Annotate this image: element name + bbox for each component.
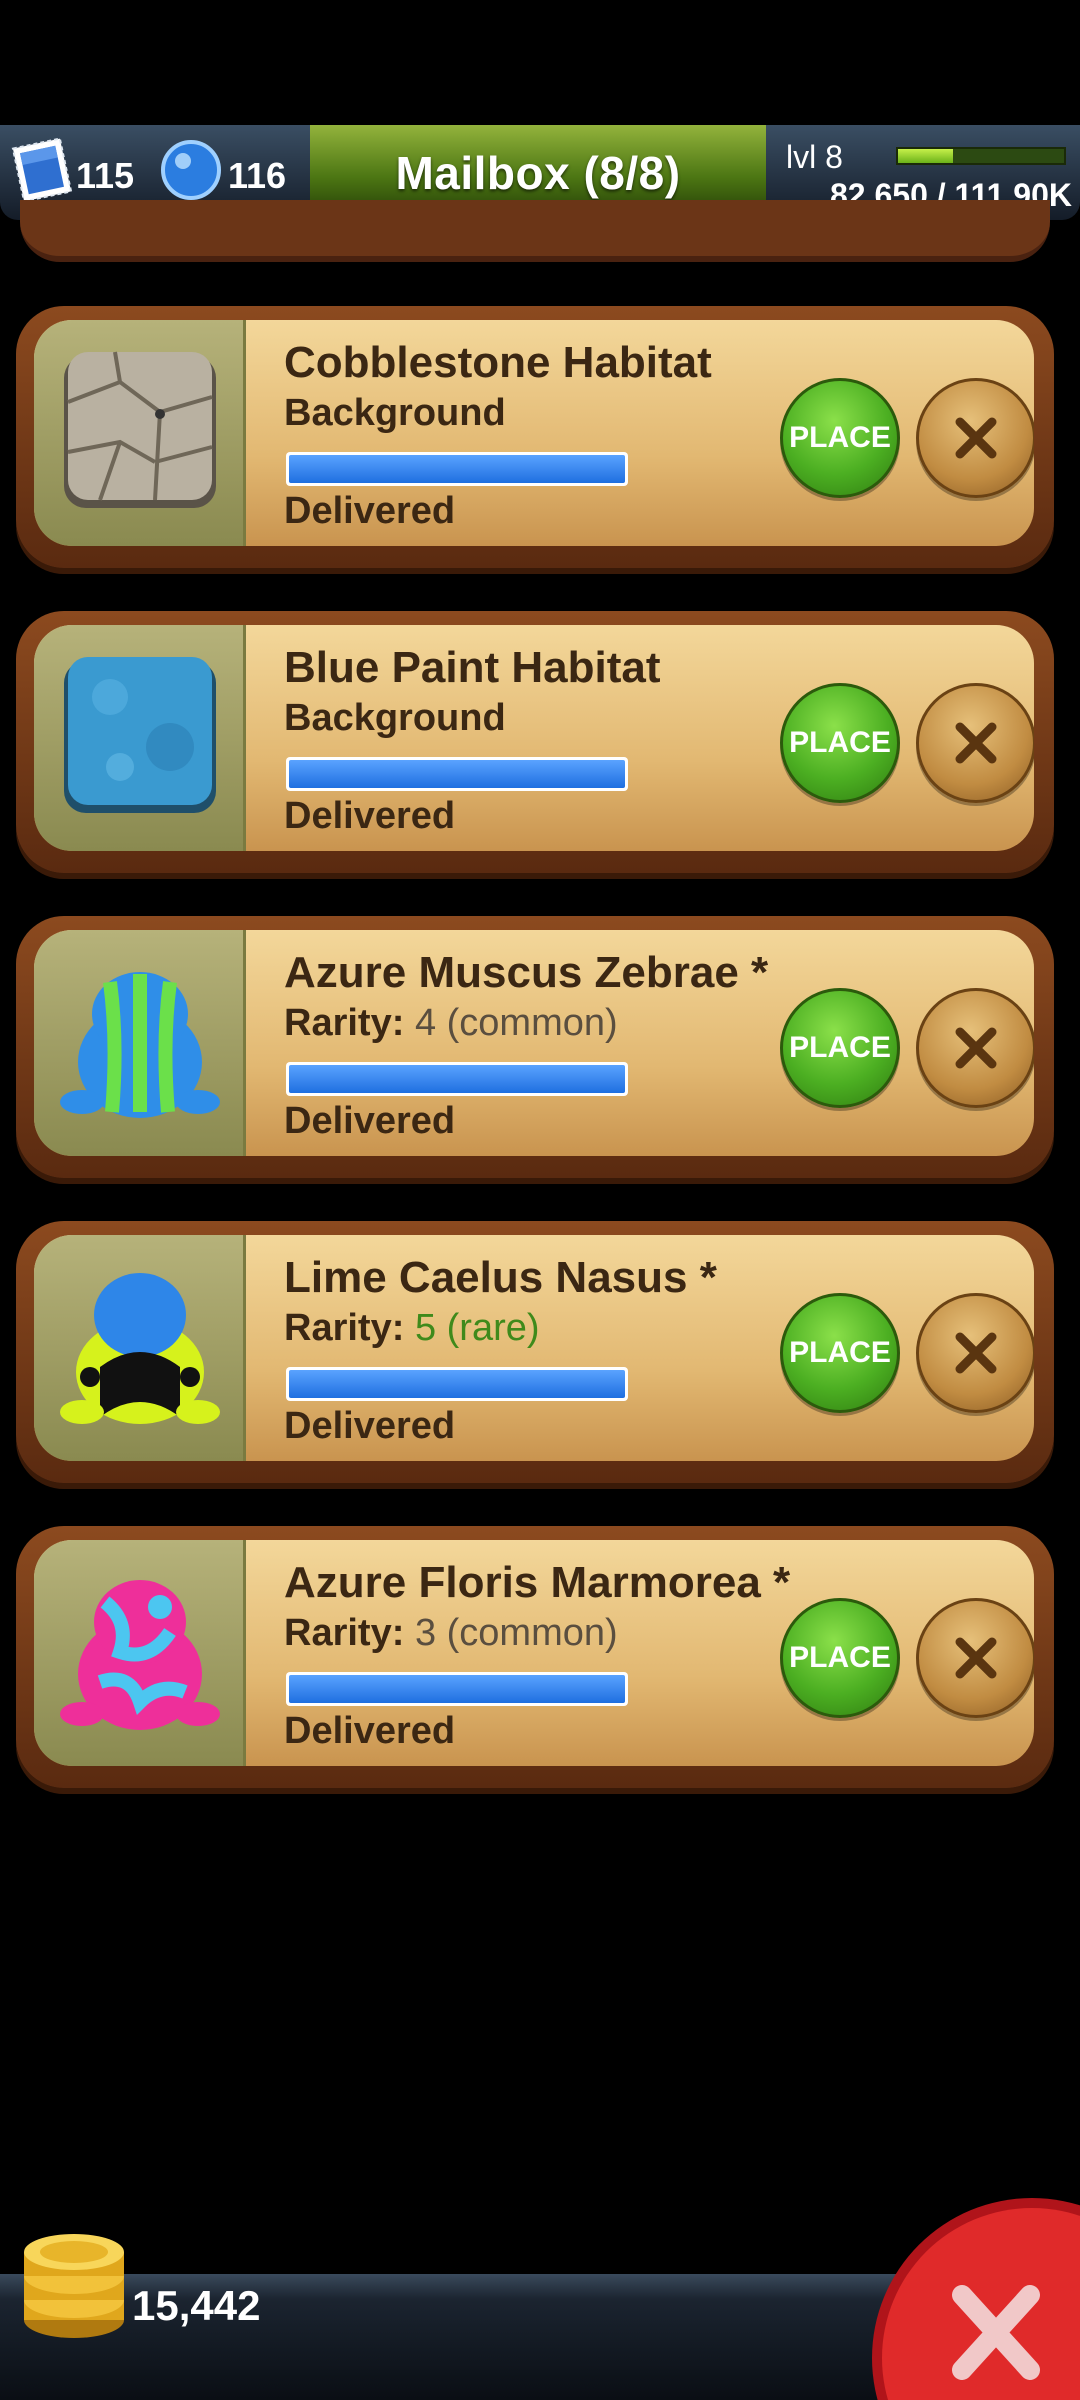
rarity-line: Rarity: 5 (rare) xyxy=(284,1307,540,1350)
rarity-line: Rarity: 4 (common) xyxy=(284,1002,618,1045)
delivery-progress-bar xyxy=(286,452,628,486)
delivery-status: Delivered xyxy=(284,1710,456,1752)
item-thumbnail xyxy=(34,625,246,851)
delivery-progress-fill xyxy=(289,760,625,788)
frog-icon xyxy=(60,972,220,1118)
stamp-icon xyxy=(11,137,73,203)
discard-button[interactable] xyxy=(916,683,1034,803)
frog-name: Azure Muscus Zebrae * xyxy=(284,948,769,997)
item-thumbnail xyxy=(34,1540,246,1766)
coins-count: 15,442 xyxy=(132,2282,261,2329)
delivery-progress-fill xyxy=(289,1370,625,1398)
mail-item: Blue Paint Habitat Background Delivered … xyxy=(16,611,1054,873)
rarity-line: Rarity: 3 (common) xyxy=(284,1612,618,1655)
rarity-label: Rarity: xyxy=(284,1002,405,1044)
potion-count: 116 xyxy=(228,155,287,196)
close-icon xyxy=(955,722,997,764)
delivery-status: Delivered xyxy=(284,795,456,837)
item-thumbnail xyxy=(34,930,246,1156)
item-thumbnail xyxy=(34,1235,246,1461)
rarity-value: 4 (common) xyxy=(414,1002,618,1044)
mail-item: Lime Caelus Nasus * Rarity: 5 (rare) Del… xyxy=(16,1221,1054,1483)
rarity-value: 3 (common) xyxy=(414,1612,618,1654)
place-button[interactable]: PLACE xyxy=(780,1293,900,1413)
discard-button[interactable] xyxy=(916,1293,1034,1413)
place-button[interactable]: PLACE xyxy=(780,683,900,803)
mail-item: Azure Muscus Zebrae * Rarity: 4 (common)… xyxy=(16,916,1054,1178)
cobblestone-tile-icon xyxy=(64,351,216,508)
coins-icon xyxy=(24,2234,124,2338)
discard-button[interactable] xyxy=(916,988,1034,1108)
rarity-label: Rarity: xyxy=(284,1307,405,1349)
mail-item-body: Azure Floris Marmorea * Rarity: 3 (commo… xyxy=(34,1540,1034,1766)
xp-progress-fill xyxy=(898,149,953,163)
delivery-progress-fill xyxy=(289,455,625,483)
mail-item-body: Blue Paint Habitat Background Delivered … xyxy=(34,625,1034,851)
mail-item-body: Azure Muscus Zebrae * Rarity: 4 (common)… xyxy=(34,930,1034,1156)
delivery-progress-fill xyxy=(289,1065,625,1093)
item-name: Cobblestone Habitat xyxy=(284,338,712,387)
close-icon xyxy=(955,1637,997,1679)
delivery-status: Delivered xyxy=(284,490,456,532)
frog-name: Lime Caelus Nasus * xyxy=(284,1253,717,1302)
item-type: Background xyxy=(284,697,506,739)
delivery-progress-fill xyxy=(289,1675,625,1703)
delivery-status: Delivered xyxy=(284,1100,456,1142)
blue-paint-tile-icon xyxy=(64,657,216,813)
stamp-count: 115 xyxy=(76,155,135,196)
rarity-value: 5 (rare) xyxy=(414,1307,540,1349)
discard-button[interactable] xyxy=(916,1598,1034,1718)
place-button[interactable]: PLACE xyxy=(780,1598,900,1718)
mail-item: Azure Floris Marmorea * Rarity: 3 (commo… xyxy=(16,1526,1054,1788)
close-icon xyxy=(955,1027,997,1069)
delivery-progress-bar xyxy=(286,1367,628,1401)
item-type: Background xyxy=(284,392,506,434)
frog-icon xyxy=(60,1273,220,1424)
mail-item-body: Cobblestone Habitat Background Delivered… xyxy=(34,320,1034,546)
mail-item: Cobblestone Habitat Background Delivered… xyxy=(16,306,1054,568)
potion-icon xyxy=(161,140,221,200)
xp-progress-bar xyxy=(896,147,1066,165)
mail-item-body: Lime Caelus Nasus * Rarity: 5 (rare) Del… xyxy=(34,1235,1034,1461)
place-button[interactable]: PLACE xyxy=(780,378,900,498)
delivery-progress-bar xyxy=(286,757,628,791)
delivery-progress-bar xyxy=(286,1672,628,1706)
page-title: Mailbox (8/8) xyxy=(395,146,681,199)
level-label: lvl 8 xyxy=(786,139,843,175)
close-icon xyxy=(955,417,997,459)
item-name: Blue Paint Habitat xyxy=(284,643,661,692)
place-button[interactable]: PLACE xyxy=(780,988,900,1108)
close-mailbox-button[interactable] xyxy=(872,2190,1080,2400)
delivery-progress-bar xyxy=(286,1062,628,1096)
frog-name: Azure Floris Marmorea * xyxy=(284,1558,791,1607)
frog-icon xyxy=(60,1580,220,1730)
previous-card-edge xyxy=(20,200,1050,262)
rarity-label: Rarity: xyxy=(284,1612,405,1654)
item-thumbnail xyxy=(34,320,246,546)
discard-button[interactable] xyxy=(916,378,1034,498)
close-icon xyxy=(955,1332,997,1374)
delivery-status: Delivered xyxy=(284,1405,456,1447)
